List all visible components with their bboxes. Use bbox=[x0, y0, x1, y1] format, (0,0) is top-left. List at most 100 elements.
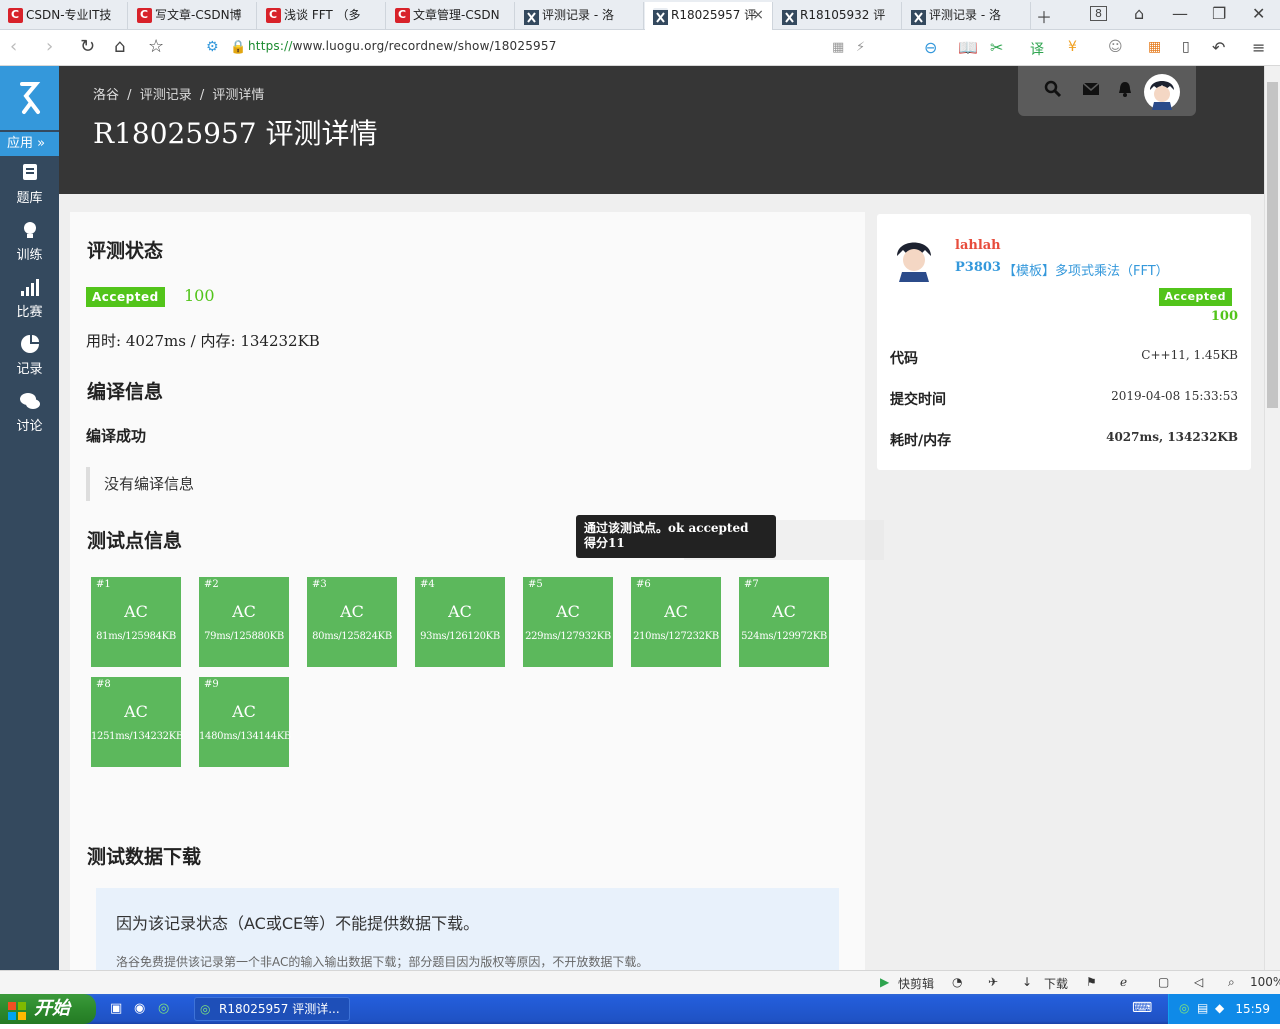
game-icon[interactable]: ☺ bbox=[1108, 39, 1123, 55]
volume-icon[interactable]: ◁ bbox=[1194, 975, 1203, 989]
problem-title-link[interactable]: 【模板】多项式乘法（FFT） bbox=[1003, 260, 1169, 279]
testcase-tile[interactable]: #4 AC 93ms/126120KB bbox=[415, 577, 505, 667]
breadcrumb-records[interactable]: 评测记录 bbox=[140, 88, 192, 103]
browser-tab-active[interactable]: R18025957 评 × bbox=[645, 2, 773, 31]
problem-id-link[interactable]: P3803 bbox=[955, 260, 1001, 275]
page-title: R18025957 评测详情 bbox=[93, 117, 378, 150]
compile-result: 编译成功 bbox=[86, 427, 147, 445]
adblock-icon[interactable]: ⊖ bbox=[924, 38, 937, 57]
testcase-tile[interactable]: #9 AC 1480ms/134144KB bbox=[199, 677, 291, 767]
ie-icon[interactable]: ℯ bbox=[1120, 975, 1127, 989]
browser-tab[interactable]: 评测记录 - 洛 bbox=[903, 2, 1031, 30]
refresh-icon[interactable]: ↻ bbox=[80, 36, 95, 57]
comments-icon bbox=[0, 391, 59, 415]
tray-security-icon[interactable]: ◆ bbox=[1215, 1001, 1224, 1015]
browser-tab[interactable]: 浅谈 FFT （多 bbox=[258, 2, 386, 30]
luogu-icon bbox=[524, 8, 539, 25]
url-field[interactable]: https://www.luogu.org/recordnew/show/180… bbox=[248, 39, 557, 53]
360-browser-icon[interactable]: ◎ bbox=[158, 1001, 169, 1016]
minimize-icon[interactable]: — bbox=[1172, 4, 1188, 23]
luogu-logo[interactable] bbox=[0, 66, 59, 130]
pie-chart-icon bbox=[0, 334, 59, 358]
apps-grid-icon[interactable]: ▦ bbox=[1148, 39, 1161, 55]
status-heading: 评测状态 bbox=[87, 240, 164, 262]
new-tab-icon[interactable]: ＋ bbox=[1036, 4, 1052, 28]
luogu-icon bbox=[653, 8, 668, 25]
speed-icon[interactable]: ◔ bbox=[952, 975, 962, 989]
scrollbar-thumb[interactable] bbox=[1267, 82, 1278, 408]
lightning-icon[interactable]: ⚡ bbox=[856, 40, 865, 55]
apps-toggle[interactable]: 应用 » bbox=[0, 132, 59, 156]
scissors-icon[interactable]: ✂ bbox=[990, 38, 1003, 57]
browser-tab[interactable]: R18105932 评 bbox=[774, 2, 902, 30]
close-window-icon[interactable]: ✕ bbox=[1252, 4, 1265, 23]
flag-icon[interactable]: ⚑ bbox=[1086, 975, 1097, 989]
translate-icon[interactable]: 译 bbox=[1030, 39, 1044, 59]
sidebar-item-training[interactable]: 训练 bbox=[0, 218, 59, 268]
browser-tab[interactable]: 文章管理-CSDN bbox=[387, 2, 515, 30]
zoom-icon: ⌕ bbox=[1228, 975, 1235, 989]
search-icon[interactable] bbox=[1044, 80, 1062, 98]
browser-tab-bar: CSDN-专业IT技 写文章-CSDN博 浅谈 FFT （多 文章管理-CSDN… bbox=[0, 0, 1280, 31]
download-notice-sub: 洛谷免费提供该记录第一个非AC的输入输出数据下载；部分题目因为版权等原因，不开放… bbox=[116, 955, 649, 969]
maximize-icon[interactable]: ❐ bbox=[1212, 4, 1226, 23]
side-status-badge: Accepted bbox=[1158, 288, 1232, 306]
tab-count[interactable]: 8 bbox=[1090, 6, 1107, 21]
qr-icon[interactable]: ▦ bbox=[832, 40, 844, 55]
phone-icon[interactable]: ▯ bbox=[1182, 39, 1190, 55]
testcase-tooltip: 通过该测试点。ok accepted 得分11 bbox=[576, 515, 776, 558]
testcase-tile[interactable]: #3 AC 80ms/125824KB bbox=[307, 577, 397, 667]
tab-label: 文章管理-CSDN bbox=[413, 8, 500, 22]
home-icon[interactable]: ⌂ bbox=[114, 36, 125, 57]
sidebar-item-problems[interactable]: 题库 bbox=[0, 161, 59, 211]
testcase-tile[interactable]: #8 AC 1251ms/134232KB bbox=[91, 677, 183, 767]
desktop-icon[interactable]: ▣ bbox=[110, 1001, 122, 1016]
back-icon[interactable]: ‹ bbox=[10, 36, 17, 57]
windows-logo-icon bbox=[8, 1000, 26, 1020]
quick-clip-button[interactable]: 快剪辑 bbox=[898, 975, 934, 992]
menu-icon[interactable]: ≡ bbox=[1252, 38, 1265, 57]
book-icon bbox=[0, 163, 59, 187]
user-avatar[interactable] bbox=[891, 234, 937, 282]
testcase-tile[interactable]: #1 AC 81ms/125984KB bbox=[91, 577, 181, 667]
username-link[interactable]: lahlah bbox=[955, 238, 1001, 253]
vertical-scrollbar[interactable] bbox=[1264, 66, 1280, 970]
browser-quicklaunch-icon[interactable]: ◉ bbox=[134, 1001, 145, 1016]
pin-icon[interactable]: ✈ bbox=[988, 975, 998, 989]
tray-network-icon[interactable]: ▤ bbox=[1197, 1001, 1208, 1015]
undo-icon[interactable]: ↶ bbox=[1212, 38, 1225, 57]
forward-icon[interactable]: › bbox=[46, 36, 53, 57]
browser-tab[interactable]: 写文章-CSDN博 bbox=[129, 2, 257, 30]
windows-taskbar: 开始 ▣ ◉ ◎ ◎ R18025957 评测详... ⌨ ◎ ▤ ◆ 15:5… bbox=[0, 994, 1280, 1024]
sidebar-item-discuss[interactable]: 讨论 bbox=[0, 389, 59, 439]
testcase-tile[interactable]: #2 AC 79ms/125880KB bbox=[199, 577, 289, 667]
avatar[interactable] bbox=[1144, 74, 1180, 110]
bell-icon[interactable] bbox=[1116, 80, 1134, 98]
window-icon[interactable]: ▢ bbox=[1158, 975, 1169, 989]
download-button[interactable]: 下载 bbox=[1044, 975, 1068, 992]
browser-tab[interactable]: CSDN-专业IT技 bbox=[0, 2, 128, 30]
breadcrumb-home[interactable]: 洛谷 bbox=[93, 88, 119, 103]
main-card: 评测状态 Accepted 100 用时: 4027ms / 内存: 13423… bbox=[70, 212, 865, 978]
browser-status-bar: ▶ 快剪辑 ◔ ✈ ↓ 下载 ⚑ ℯ ▢ ◁ ⌕ 100% bbox=[0, 970, 1280, 994]
testcase-tile[interactable]: #5 AC 229ms/127932KB bbox=[523, 577, 613, 667]
coupon-icon[interactable]: ¥ bbox=[1068, 39, 1077, 55]
reader-icon[interactable]: 📖 bbox=[958, 38, 978, 57]
skin-icon[interactable]: ⌂ bbox=[1134, 4, 1144, 23]
tab-label: 浅谈 FFT （多 bbox=[284, 8, 361, 22]
close-tab-icon[interactable]: × bbox=[752, 2, 764, 28]
tray-360-icon[interactable]: ◎ bbox=[1179, 1001, 1189, 1015]
browser-tab[interactable]: 评测记录 - 洛 bbox=[516, 2, 644, 30]
start-button[interactable]: 开始 bbox=[0, 994, 96, 1024]
zoom-level[interactable]: 100% bbox=[1250, 975, 1280, 989]
sidebar-item-records[interactable]: 记录 bbox=[0, 332, 59, 382]
testcase-tile[interactable]: #6 AC 210ms/127232KB bbox=[631, 577, 721, 667]
user-toolbar bbox=[1018, 66, 1196, 116]
taskbar-item[interactable]: ◎ R18025957 评测详... bbox=[194, 997, 350, 1021]
download-icon: ↓ bbox=[1022, 975, 1033, 989]
testcase-tile[interactable]: #7 AC 524ms/129972KB bbox=[739, 577, 829, 667]
favorite-star-icon[interactable]: ☆ bbox=[148, 36, 164, 57]
mail-icon[interactable] bbox=[1082, 80, 1100, 98]
sidebar-item-contests[interactable]: 比赛 bbox=[0, 275, 59, 325]
keyboard-icon[interactable]: ⌨ bbox=[1132, 1000, 1152, 1016]
